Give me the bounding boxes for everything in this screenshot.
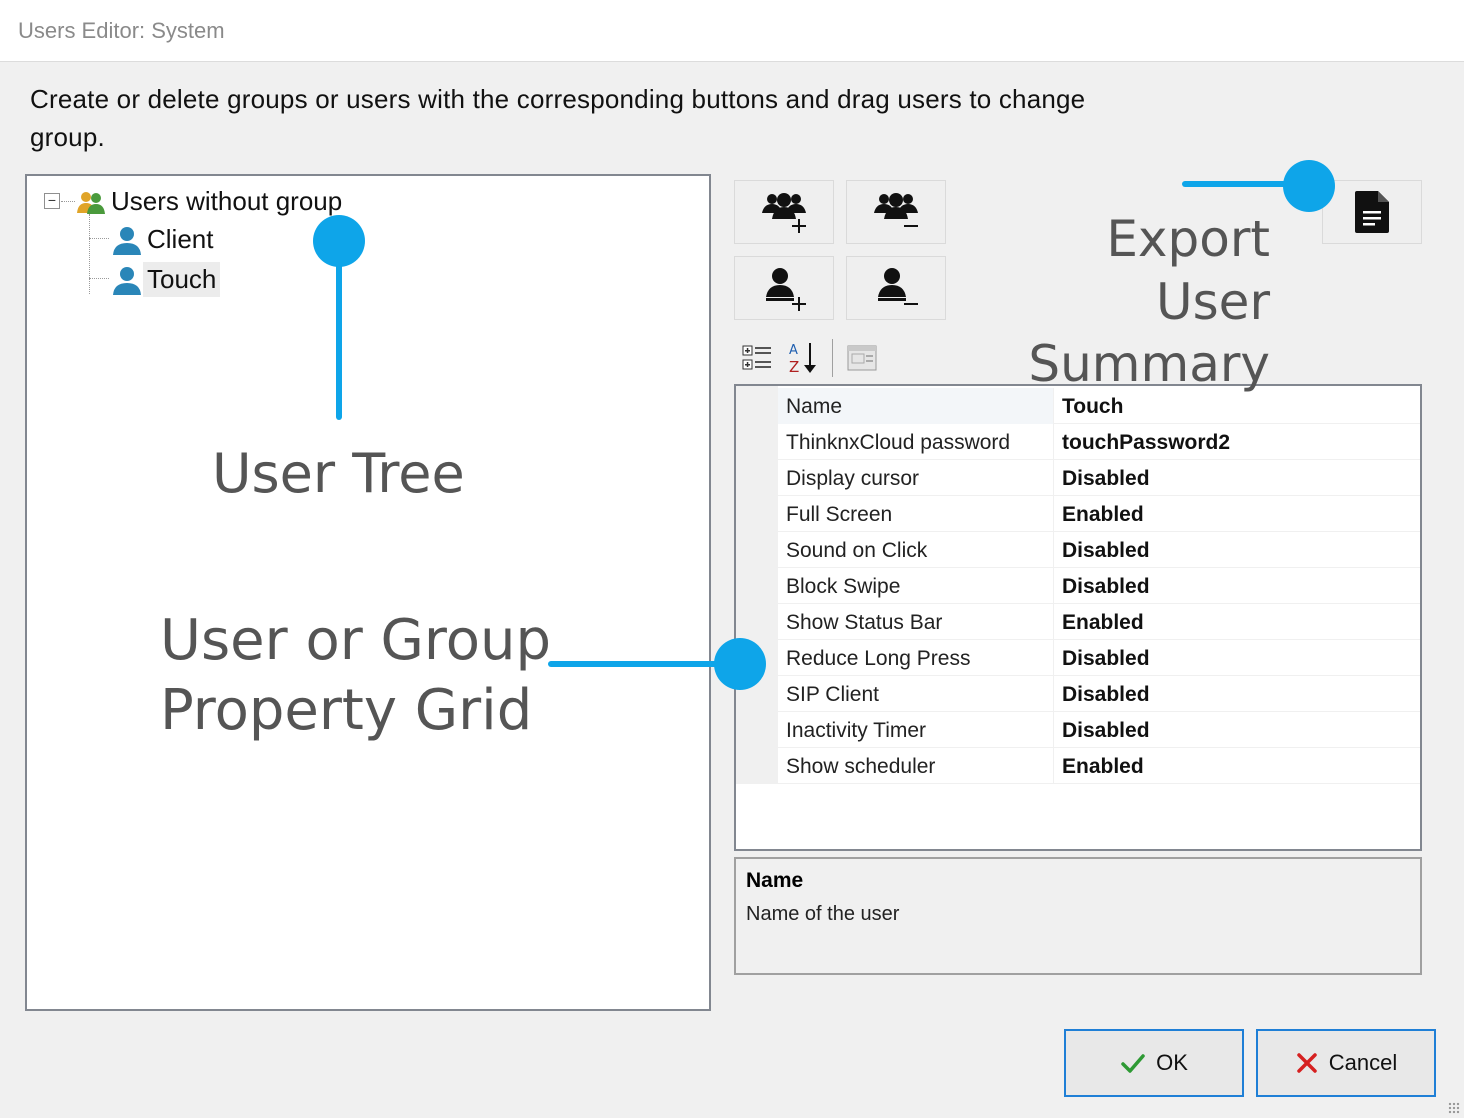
resize-grip[interactable]	[1448, 1102, 1460, 1114]
property-name: Reduce Long Press	[786, 647, 971, 670]
group-icon	[77, 191, 105, 214]
tree-item-label: Client	[147, 224, 214, 254]
collapse-toggle[interactable]: −	[44, 193, 60, 209]
property-name: Full Screen	[786, 503, 893, 526]
user-tree[interactable]: − Users without group Client Touch	[25, 174, 711, 1011]
tree-root-label: Users without group	[111, 186, 343, 216]
property-row[interactable]: Show scheduler Enabled	[778, 748, 1420, 784]
alphabetical-sort-icon[interactable]: A Z	[786, 340, 820, 376]
property-value[interactable]: Disabled	[1062, 575, 1150, 599]
annotation-dot	[313, 215, 365, 267]
property-value[interactable]: Enabled	[1062, 611, 1144, 635]
property-value[interactable]: Disabled	[1062, 719, 1150, 743]
user-icon	[113, 226, 141, 255]
property-row[interactable]: Sound on Click Disabled	[778, 532, 1420, 568]
annotation-line	[548, 661, 738, 667]
property-row[interactable]: SIP Client Disabled	[778, 676, 1420, 712]
export-user-summary-button[interactable]	[1322, 180, 1422, 244]
annotation-dot	[714, 638, 766, 690]
ok-button[interactable]: OK	[1064, 1029, 1244, 1097]
property-value[interactable]: touchPassword2	[1062, 431, 1230, 455]
user-icon	[113, 266, 141, 295]
property-row[interactable]: Display cursor Disabled	[778, 460, 1420, 496]
remove-user-icon	[878, 268, 918, 305]
add-group-button[interactable]	[734, 180, 834, 244]
property-value[interactable]: Touch	[1062, 395, 1123, 419]
property-name: Show scheduler	[786, 755, 936, 778]
checkmark-icon	[1121, 1054, 1145, 1073]
property-value[interactable]: Disabled	[1062, 467, 1150, 491]
property-row[interactable]: Reduce Long Press Disabled	[778, 640, 1420, 676]
property-row[interactable]: Block Swipe Disabled	[778, 568, 1420, 604]
property-grid-toolbar: A Z	[740, 338, 879, 378]
categorized-icon[interactable]	[740, 341, 774, 375]
property-name: Display cursor	[786, 467, 920, 490]
ok-label: OK	[1156, 1050, 1188, 1075]
annotation-export-summary: Export User Summary	[1028, 210, 1270, 393]
annotation-user-tree: User Tree	[212, 442, 465, 505]
property-value[interactable]: Enabled	[1062, 755, 1144, 779]
close-icon	[1297, 1053, 1317, 1073]
annotation-property-grid: User or Group Property Grid	[160, 608, 552, 743]
property-row[interactable]: Inactivity Timer Disabled	[778, 712, 1420, 748]
annotation-dot	[1283, 160, 1335, 212]
property-value[interactable]: Disabled	[1062, 539, 1150, 563]
help-description: Name of the user	[746, 903, 900, 925]
property-name: Name	[786, 395, 843, 418]
property-value[interactable]: Disabled	[1062, 683, 1150, 707]
instructions-text: Create or delete groups or users with th…	[30, 84, 1086, 152]
tree-user-client[interactable]: Client	[111, 222, 217, 257]
property-help-panel: Name Name of the user	[734, 857, 1422, 975]
property-name: SIP Client	[786, 683, 879, 706]
add-group-icon	[762, 193, 806, 233]
toolbar-separator	[832, 339, 833, 377]
svg-text:A: A	[789, 343, 798, 358]
tree-user-touch[interactable]: Touch	[111, 262, 221, 297]
add-user-icon	[766, 268, 806, 311]
window-title: Users Editor: System	[18, 18, 225, 43]
annotation-line	[336, 250, 342, 420]
property-row[interactable]: Full Screen Enabled	[778, 496, 1420, 532]
tree-item-label: Touch	[143, 262, 221, 297]
property-row[interactable]: ThinknxCloud password touchPassword2	[778, 424, 1420, 460]
cancel-label: Cancel	[1328, 1050, 1398, 1075]
add-user-button[interactable]	[734, 256, 834, 320]
property-grid[interactable]: Name Touch ThinknxCloud password touchPa…	[734, 384, 1422, 851]
tree-root-node[interactable]: Users without group	[75, 184, 346, 219]
property-name: ThinknxCloud password	[786, 431, 1011, 454]
property-name: Block Swipe	[786, 575, 901, 598]
property-row[interactable]: Show Status Bar Enabled	[778, 604, 1420, 640]
remove-group-button[interactable]	[846, 180, 946, 244]
cancel-button[interactable]: Cancel	[1256, 1029, 1436, 1097]
property-name: Sound on Click	[786, 539, 928, 562]
export-document-icon	[1355, 191, 1389, 233]
remove-user-button[interactable]	[846, 256, 946, 320]
remove-group-icon	[874, 193, 918, 227]
title-bar: Users Editor: System	[0, 0, 1464, 62]
svg-text:Z: Z	[789, 358, 799, 376]
property-name: Show Status Bar	[786, 611, 943, 634]
property-grid-gutter	[736, 386, 778, 784]
property-pages-icon[interactable]	[845, 341, 879, 375]
help-title: Name	[746, 869, 804, 892]
property-value[interactable]: Enabled	[1062, 503, 1144, 527]
property-value[interactable]: Disabled	[1062, 647, 1150, 671]
property-name: Inactivity Timer	[786, 719, 927, 742]
